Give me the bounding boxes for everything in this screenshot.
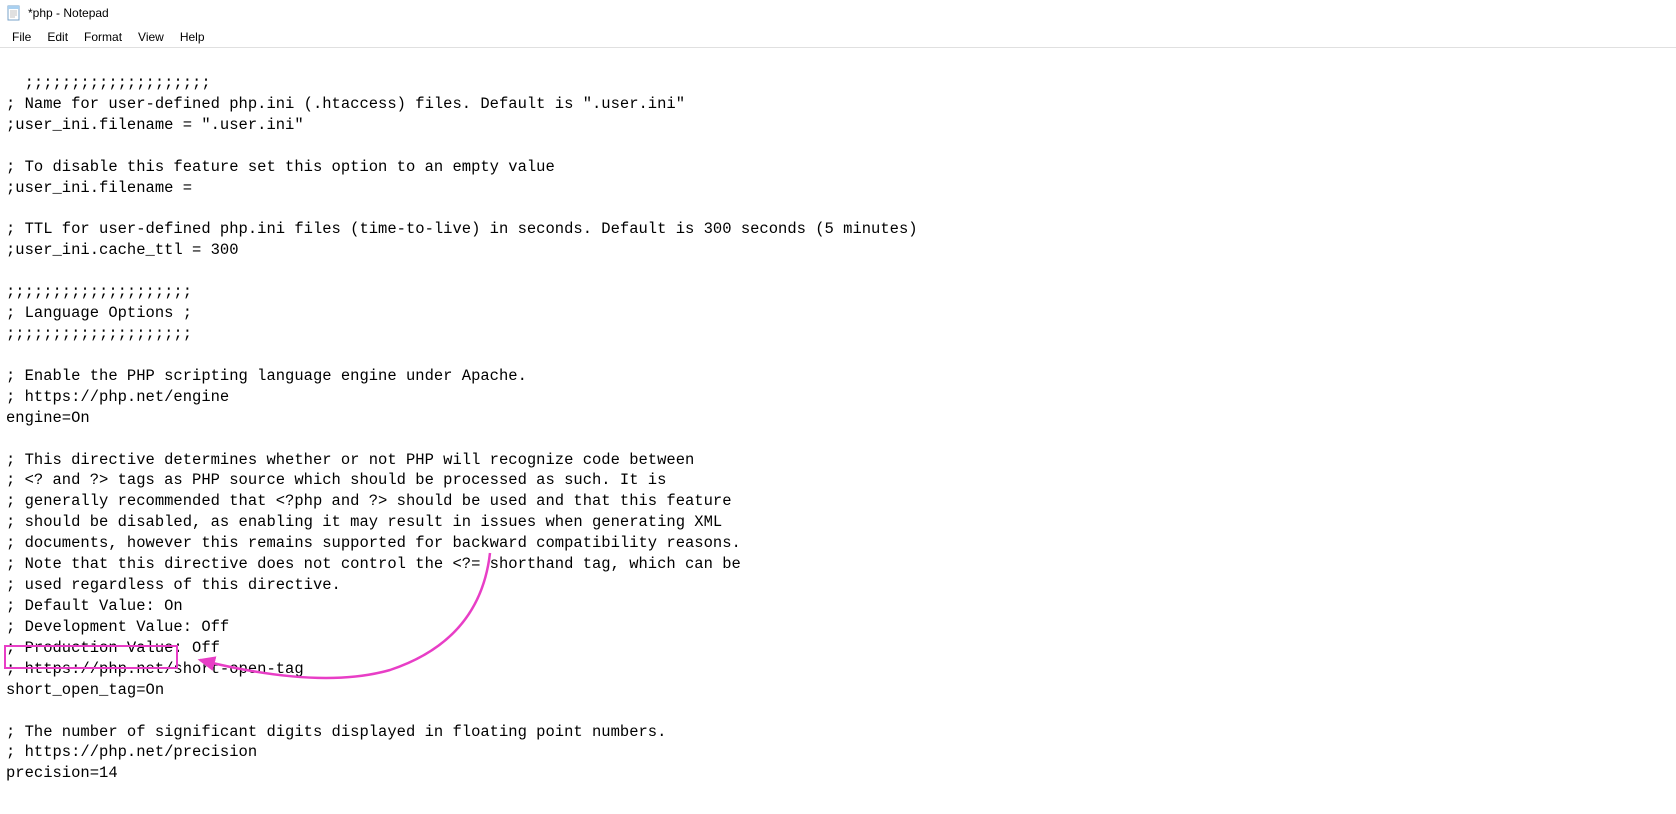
editor-content: ;;;;;;;;;;;;;;;;;;;; ; Name for user-def… [6,74,918,782]
menu-bar: File Edit Format View Help [0,26,1676,48]
menu-edit[interactable]: Edit [39,28,76,45]
menu-help[interactable]: Help [172,28,213,45]
menu-format[interactable]: Format [76,28,130,45]
menu-view[interactable]: View [130,28,172,45]
window-title: *php - Notepad [28,6,109,20]
notepad-icon [6,5,22,21]
menu-file[interactable]: File [4,28,39,45]
text-editor[interactable]: ;;;;;;;;;;;;;;;;;;;; ; Name for user-def… [0,48,1676,788]
title-bar: *php - Notepad [0,0,1676,26]
